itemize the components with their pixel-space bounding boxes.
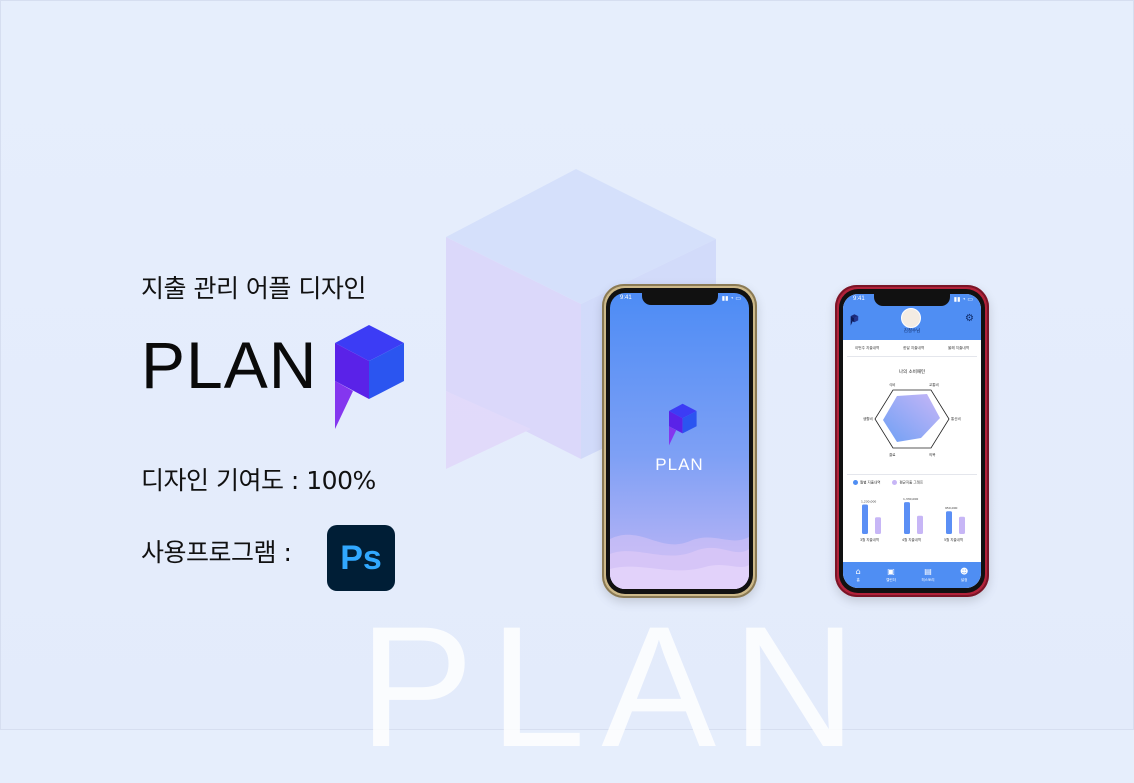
- phone-splash-mockup: 9:41 ▮▮ ◔ ▭ PLAN: [602, 284, 757, 598]
- nav-home-label: 홈: [856, 577, 860, 582]
- avatar[interactable]: [901, 308, 921, 328]
- radar-title: 나의 소비패턴: [898, 370, 926, 375]
- bar-average: [875, 517, 881, 534]
- nav-calendar-label: 캘린더: [886, 577, 897, 582]
- tools-label: 사용프로그램 :: [141, 538, 292, 567]
- legend-average: 평균지출 그래프: [899, 480, 924, 485]
- bar-value-label: 1,230,000: [861, 499, 876, 503]
- status-time: 9:41: [620, 295, 632, 301]
- project-subtitle: 지출 관리 어플 디자인: [141, 274, 366, 303]
- nav-calendar[interactable]: ▣ 캘린더: [886, 566, 897, 583]
- radar-axis-label: 교통비: [929, 382, 939, 387]
- photoshop-icon: Ps: [327, 525, 395, 591]
- bar-monthly: [946, 511, 952, 534]
- gear-icon[interactable]: ⚙: [965, 313, 974, 324]
- bar-month-label: 5월 지출내역: [944, 537, 963, 542]
- bar-average: [959, 516, 965, 534]
- plan-logo-icon: [335, 325, 404, 429]
- bar-monthly: [904, 502, 910, 534]
- bar-legend: 월별 지출내역 평균지출 그래프: [853, 480, 923, 486]
- splash-brand-word: PLAN: [655, 455, 704, 474]
- bar-month-label: 4월 지출내역: [902, 537, 921, 542]
- main-screen: 9:41 ▮▮ ◔ ▭ 김철수님 ⚙ 이번주 지출내역 한달 지출내역 올해 지…: [843, 294, 981, 588]
- tab-month[interactable]: 한달 지출내역: [903, 346, 924, 351]
- calendar-icon: ▣: [887, 566, 895, 576]
- status-indicators-icon: ▮▮ ◔ ▭: [953, 297, 973, 303]
- bar-value-label: 950,000: [945, 506, 957, 510]
- nav-settings-label: 설정: [960, 577, 968, 582]
- bar-average: [917, 515, 923, 534]
- bottom-nav: ⌂ 홈 ▣ 캘린더 ▤ 히스토리 ☻ 설정: [843, 562, 981, 588]
- status-indicators-icon: ▮▮ ◔ ▭: [721, 296, 741, 302]
- nav-history[interactable]: ▤ 히스토리: [921, 566, 935, 583]
- header-logo-icon[interactable]: [850, 314, 859, 326]
- radar-axis-label: 식비: [889, 382, 895, 387]
- phone-main-mockup: 9:41 ▮▮ ◔ ▭ 김철수님 ⚙ 이번주 지출내역 한달 지출내역 올해 지…: [835, 285, 989, 597]
- radar-axis-label: 결료: [889, 452, 896, 457]
- background-watermark-word: PLAN: [359, 591, 873, 783]
- divider: [847, 474, 977, 475]
- radar-axis-label: 의복: [929, 452, 936, 457]
- bar-month-label: 3월 지출내역: [860, 537, 879, 542]
- radar-axis-label: 생활비: [863, 416, 873, 421]
- monthly-bar-chart: 1,230,000 3월 지출내역 1,330,000 4월 지출내역 950,000 5…: [860, 497, 965, 542]
- nav-settings[interactable]: ☻ 설정: [959, 566, 969, 583]
- bar-value-label: 1,330,000: [903, 497, 918, 501]
- plan-logo-icon: [669, 403, 697, 446]
- radar-axis-label: 통신비: [951, 416, 961, 421]
- period-tabs: 이번주 지출내역 한달 지출내역 올해 지출내역: [843, 346, 981, 351]
- status-time: 9:41: [853, 296, 865, 302]
- tab-year[interactable]: 올해 지출내역: [948, 346, 969, 351]
- tab-week[interactable]: 이번주 지출내역: [855, 346, 879, 351]
- nav-history-label: 히스토리: [921, 577, 935, 582]
- clipboard-icon: ▤: [924, 566, 932, 576]
- bar-monthly: [862, 504, 868, 534]
- divider: [847, 356, 977, 357]
- home-icon: ⌂: [855, 566, 861, 576]
- user-name: 김철수님: [903, 329, 921, 334]
- wave-decoration: [610, 534, 749, 589]
- legend-monthly: 월별 지출내역: [860, 480, 881, 485]
- brand-name: PLAN: [141, 328, 318, 402]
- design-contribution: 디자인 기여도 : 100%: [141, 466, 376, 495]
- splash-screen: 9:41 ▮▮ ◔ ▭ PLAN: [610, 293, 749, 589]
- nav-home[interactable]: ⌂ 홈: [855, 566, 861, 583]
- spending-radar-chart: 식비 교통비 통신비 의복 결료 생활비: [863, 382, 961, 457]
- user-settings-icon: ☻: [959, 566, 969, 576]
